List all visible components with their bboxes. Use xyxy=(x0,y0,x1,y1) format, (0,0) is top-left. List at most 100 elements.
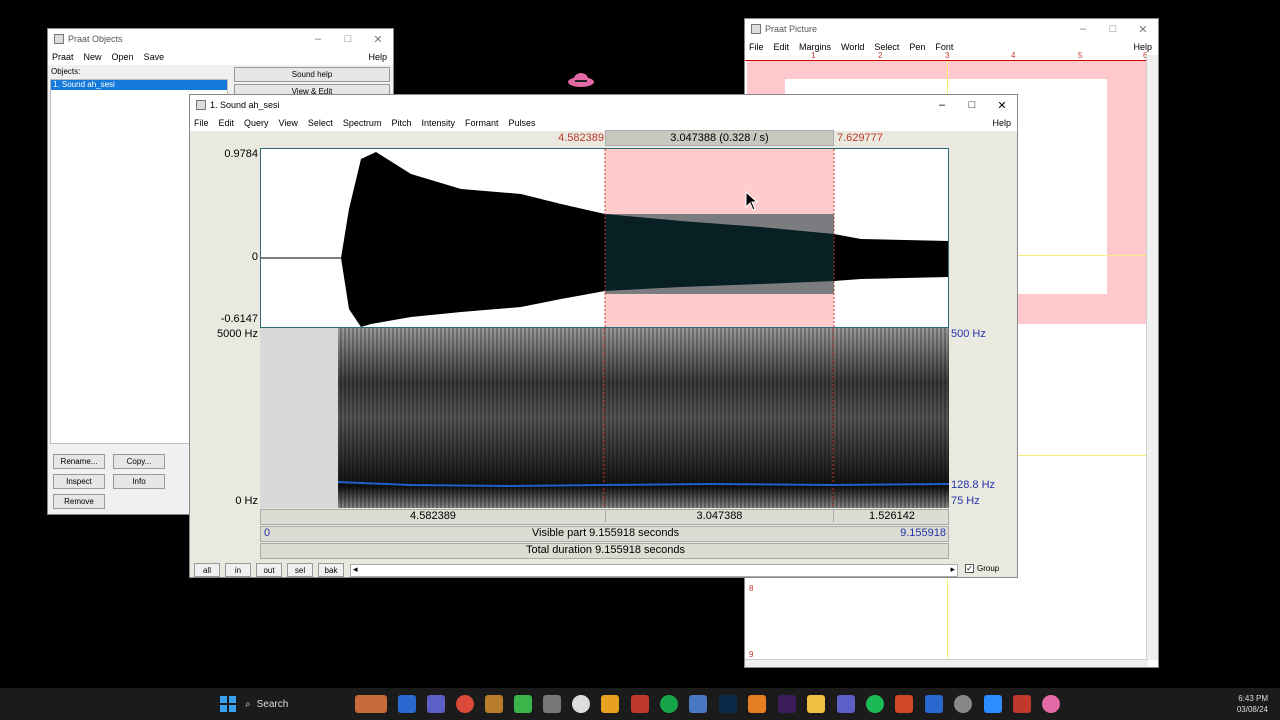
close-icon[interactable]: ✕ xyxy=(1128,23,1158,36)
side-mark: 8 xyxy=(749,584,754,593)
app-icon[interactable] xyxy=(748,695,766,713)
close-icon[interactable]: ✕ xyxy=(363,33,393,46)
menu-pulses[interactable]: Pulses xyxy=(509,118,536,128)
menu-select[interactable]: Select xyxy=(308,118,333,128)
premiere-icon[interactable] xyxy=(778,695,796,713)
praat-logo-icon xyxy=(566,70,596,92)
meet-icon[interactable] xyxy=(427,695,445,713)
list-item[interactable]: 1. Sound ah_sesi xyxy=(51,80,227,90)
ruler-mark: 5 xyxy=(1078,51,1083,60)
total-duration-bar[interactable]: Total duration 9.155918 seconds xyxy=(260,543,949,559)
taskbar: ⌕ Search 6:43 PM 03/08/24 xyxy=(0,688,1280,720)
app-icon[interactable] xyxy=(689,695,707,713)
taskbar-clock[interactable]: 6:43 PM 03/08/24 xyxy=(1237,693,1268,715)
folder-icon[interactable] xyxy=(807,695,825,713)
zoom-out-button[interactable]: out xyxy=(256,563,282,577)
chrome-icon[interactable] xyxy=(456,695,474,713)
horizontal-scrollbar[interactable] xyxy=(745,659,1148,667)
vertical-scrollbar[interactable] xyxy=(1146,55,1158,660)
scroll-left-icon[interactable]: ◂ xyxy=(353,564,358,575)
zoom-in-button[interactable]: in xyxy=(225,563,251,577)
total-duration-label: Total duration 9.155918 seconds xyxy=(525,544,685,556)
inspect-button[interactable]: Inspect xyxy=(53,474,105,489)
group-label: Group xyxy=(977,564,1000,573)
visible-part-bar[interactable]: 0 Visible part 9.155918 seconds 9.155918 xyxy=(260,526,949,542)
photoshop-icon[interactable] xyxy=(719,695,737,713)
powerpoint-icon[interactable] xyxy=(895,695,913,713)
praat-app-icon xyxy=(751,24,761,34)
taskbar-search[interactable]: ⌕ Search xyxy=(245,695,345,713)
close-icon[interactable]: ✕ xyxy=(987,99,1017,112)
ruler-mark: 3 xyxy=(945,51,950,60)
zoom-back-button[interactable]: bak xyxy=(318,563,344,577)
zoom-icon[interactable] xyxy=(984,695,1002,713)
menu-file[interactable]: File xyxy=(749,42,764,52)
teams-icon[interactable] xyxy=(837,695,855,713)
menu-praat[interactable]: Praat xyxy=(52,52,74,62)
menu-pen[interactable]: Pen xyxy=(909,42,925,52)
time-scrollbar[interactable]: ◂ ▸ xyxy=(350,564,958,577)
grammarly-icon[interactable] xyxy=(660,695,678,713)
menu-view[interactable]: View xyxy=(279,118,298,128)
menu-world[interactable]: World xyxy=(841,42,864,52)
menu-spectrum[interactable]: Spectrum xyxy=(343,118,382,128)
menu-help[interactable]: Help xyxy=(992,118,1011,128)
ruler-mark: 4 xyxy=(1011,51,1016,60)
sound-help-button[interactable]: Sound help xyxy=(234,67,390,82)
menu-save[interactable]: Save xyxy=(144,52,165,62)
search-icon: ⌕ xyxy=(245,698,251,710)
group-checkbox[interactable]: ✓ Group xyxy=(965,564,999,573)
spotify-icon[interactable] xyxy=(866,695,884,713)
minimize-icon[interactable]: – xyxy=(303,33,333,46)
menu-open[interactable]: Open xyxy=(112,52,134,62)
settings-gear-icon[interactable] xyxy=(954,695,972,713)
menu-edit[interactable]: Edit xyxy=(219,118,235,128)
menu-formant[interactable]: Formant xyxy=(465,118,499,128)
menu-help[interactable]: Help xyxy=(368,52,387,62)
maximize-icon[interactable]: □ xyxy=(957,99,987,112)
segment-bar[interactable]: 4.582389 3.047388 1.526142 xyxy=(260,509,949,525)
objects-menubar: Praat New Open Save Help xyxy=(48,49,393,65)
segment-mid-label[interactable]: 3.047388 xyxy=(605,510,834,522)
sound-editor-window: 1. Sound ah_sesi – □ ✕ File Edit Query V… xyxy=(189,94,1018,578)
spectrogram-plot xyxy=(260,328,949,508)
minimize-icon[interactable]: – xyxy=(1068,23,1098,36)
widgets-icon[interactable] xyxy=(355,695,387,713)
segment-left-label[interactable]: 4.582389 xyxy=(261,510,605,522)
maximize-icon[interactable]: □ xyxy=(1098,23,1128,36)
menu-pitch[interactable]: Pitch xyxy=(391,118,411,128)
minimize-icon[interactable]: – xyxy=(927,99,957,112)
copy-button[interactable]: Copy... xyxy=(113,454,165,469)
sound-menubar: File Edit Query View Select Spectrum Pit… xyxy=(190,115,1017,131)
zoom-sel-button[interactable]: sel xyxy=(287,563,313,577)
app-icon[interactable] xyxy=(543,695,561,713)
task-view-icon[interactable] xyxy=(398,695,416,713)
scroll-right-icon[interactable]: ▸ xyxy=(950,564,955,575)
menu-edit[interactable]: Edit xyxy=(774,42,790,52)
shield-icon[interactable] xyxy=(514,695,532,713)
menu-query[interactable]: Query xyxy=(244,118,269,128)
checkbox-check-icon[interactable]: ✓ xyxy=(965,564,974,573)
waveform-panel[interactable] xyxy=(260,148,949,328)
app-icon[interactable] xyxy=(1013,695,1031,713)
app-icon[interactable] xyxy=(925,695,943,713)
zoom-all-button[interactable]: all xyxy=(194,563,220,577)
menu-file[interactable]: File xyxy=(194,118,209,128)
tool-icon[interactable] xyxy=(485,695,503,713)
menu-new[interactable]: New xyxy=(84,52,102,62)
remove-button[interactable]: Remove xyxy=(53,494,105,509)
clock-date: 03/08/24 xyxy=(1236,705,1268,714)
windows-start-icon[interactable] xyxy=(219,695,237,713)
vpn-icon[interactable] xyxy=(572,695,590,713)
selection-duration-label[interactable]: 3.047388 (0.328 / s) xyxy=(605,130,834,146)
app-icon[interactable] xyxy=(601,695,619,713)
selection-end-label: 7.629777 xyxy=(837,132,883,144)
info-button[interactable]: Info xyxy=(113,474,165,489)
app-icon[interactable] xyxy=(631,695,649,713)
praat-taskbar-icon[interactable] xyxy=(1042,695,1060,713)
spectrogram-panel[interactable] xyxy=(260,328,949,508)
menu-intensity[interactable]: Intensity xyxy=(421,118,455,128)
maximize-icon[interactable]: □ xyxy=(333,33,363,46)
rename-button[interactable]: Rename... xyxy=(53,454,105,469)
segment-right-label[interactable]: 1.526142 xyxy=(834,510,950,522)
